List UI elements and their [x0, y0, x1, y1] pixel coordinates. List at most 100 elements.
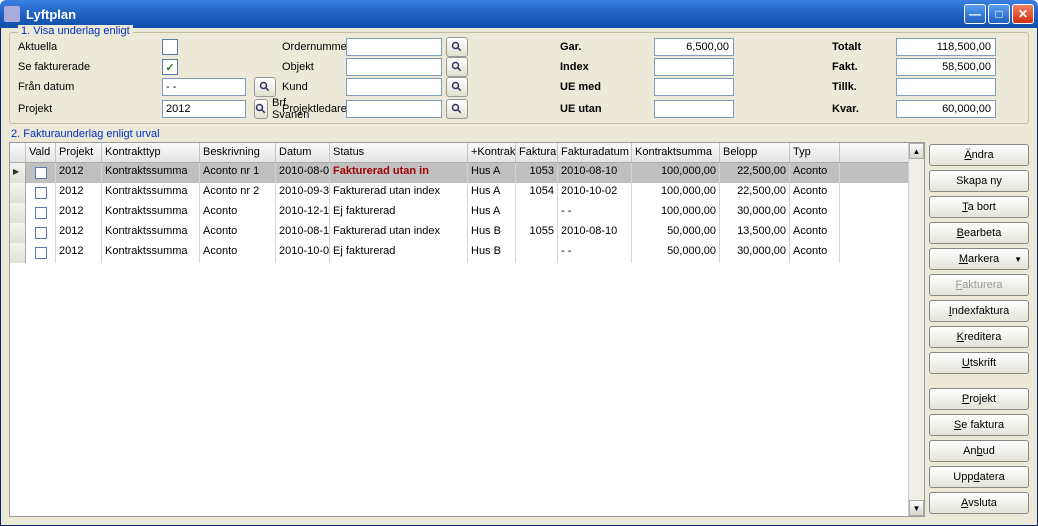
indexfaktura-button[interactable]: Indexfaktura — [929, 300, 1029, 322]
kontrak-cell: Hus B — [468, 223, 516, 243]
vald-cell[interactable] — [26, 163, 56, 183]
col-kontraktsumma[interactable]: Kontraktsumma — [632, 143, 720, 162]
col-status[interactable]: Status — [330, 143, 468, 162]
scroll-track[interactable] — [909, 159, 924, 500]
beskrivning-cell: Aconto — [200, 223, 276, 243]
window-title: Lyftplan — [26, 7, 964, 22]
col-faktura[interactable]: Faktura — [516, 143, 558, 162]
skapa-ny-button[interactable]: Skapa ny — [929, 170, 1029, 192]
beskrivning-cell: Aconto — [200, 243, 276, 263]
titlebar[interactable]: Lyftplan — □ ✕ — [0, 0, 1038, 28]
kreditera-button[interactable]: Kreditera — [929, 326, 1029, 348]
vald-cell[interactable] — [26, 223, 56, 243]
kontrak-cell: Hus A — [468, 183, 516, 203]
window: Lyftplan — □ ✕ 1. Visa underlag enligt A… — [0, 0, 1038, 526]
utskrift-button[interactable]: Utskrift — [929, 352, 1029, 374]
faktura-cell: 1054 — [516, 183, 558, 203]
table-row[interactable]: 2012KontraktssummaAconto2010-12-10Ej fak… — [10, 203, 908, 223]
kund-input[interactable] — [346, 78, 442, 96]
vald-cell[interactable] — [26, 183, 56, 203]
vertical-scrollbar[interactable]: ▲ ▼ — [908, 143, 924, 516]
col-datum[interactable]: Datum — [276, 143, 330, 162]
col-vald[interactable]: Vald — [26, 143, 56, 162]
belopp-cell: 30,000,00 — [720, 203, 790, 223]
table-row[interactable]: 2012KontraktssummaAconto nr 22010-09-30F… — [10, 183, 908, 203]
fakt-label: Fakt. — [832, 61, 892, 73]
table-row[interactable]: 2012KontraktssummaAconto nr 12010-08-01F… — [10, 163, 908, 183]
grid-group-title: 2. Fakturaunderlag enligt urval — [9, 128, 1029, 140]
projektledare-input[interactable] — [346, 100, 442, 118]
typ-cell: Aconto — [790, 163, 840, 183]
aktuella-checkbox[interactable] — [162, 39, 178, 55]
projektledare-search-button[interactable] — [446, 99, 468, 119]
faktura-cell: 1053 — [516, 163, 558, 183]
objekt-input[interactable] — [346, 58, 442, 76]
row-handle[interactable] — [10, 183, 26, 203]
andra-button[interactable]: Ändra — [929, 144, 1029, 166]
markera-button[interactable]: Markera▼ — [929, 248, 1029, 270]
ue-med-value — [654, 78, 734, 96]
kvar-value: 60,000,00 — [896, 100, 996, 118]
ta-bort-button[interactable]: Ta bort — [929, 196, 1029, 218]
totalt-label: Totalt — [832, 41, 892, 53]
action-button-column: Ändra Skapa ny Ta bort Bearbeta Markera▼… — [929, 144, 1029, 517]
index-value — [654, 58, 734, 76]
anbud-button[interactable]: Anbud — [929, 440, 1029, 462]
vald-cell[interactable] — [26, 243, 56, 263]
ordernummer-input[interactable] — [346, 38, 442, 56]
row-handle[interactable] — [10, 243, 26, 263]
uppdatera-button[interactable]: Uppdatera — [929, 466, 1029, 488]
beskrivning-cell: Aconto nr 1 — [200, 163, 276, 183]
datum-cell: 2010-08-01 — [276, 163, 330, 183]
col-beskrivning[interactable]: Beskrivning — [200, 143, 276, 162]
table-row[interactable]: 2012KontraktssummaAconto2010-10-06Ej fak… — [10, 243, 908, 263]
kund-search-button[interactable] — [446, 77, 468, 97]
scroll-down-button[interactable]: ▼ — [909, 500, 924, 516]
gar-value: 6,500,00 — [654, 38, 734, 56]
datum-cell: 2010-08-10 — [276, 223, 330, 243]
col-handle[interactable] — [10, 143, 26, 162]
col-fakturadatum[interactable]: Fakturadatum — [558, 143, 632, 162]
fran-datum-picker-button[interactable] — [254, 77, 276, 97]
col-belopp[interactable]: Belopp — [720, 143, 790, 162]
projekt-input[interactable]: 2012 — [162, 100, 246, 118]
tillk-label: Tillk. — [832, 81, 892, 93]
gar-label: Gar. — [560, 41, 650, 53]
kontraktsumma-cell: 100,000,00 — [632, 163, 720, 183]
bearbeta-button[interactable]: Bearbeta — [929, 222, 1029, 244]
fakturadatum-cell: 2010-08-10 — [558, 223, 632, 243]
col-kontrakttyp[interactable]: Kontrakttyp — [102, 143, 200, 162]
table-row[interactable]: 2012KontraktssummaAconto2010-08-10Faktur… — [10, 223, 908, 243]
objekt-search-button[interactable] — [446, 57, 468, 77]
avsluta-button[interactable]: Avsluta — [929, 492, 1029, 514]
row-handle[interactable] — [10, 223, 26, 243]
grid-header[interactable]: Vald Projekt Kontrakttyp Beskrivning Dat… — [10, 143, 908, 163]
se-fakturerade-checkbox[interactable] — [162, 59, 178, 75]
kontrakttyp-cell: Kontraktssumma — [102, 163, 200, 183]
col-typ[interactable]: Typ — [790, 143, 840, 162]
close-button[interactable]: ✕ — [1012, 4, 1034, 24]
fakturadatum-cell: 2010-10-02 — [558, 183, 632, 203]
col-kontrak[interactable]: +Kontrak — [468, 143, 516, 162]
ordernummer-search-button[interactable] — [446, 37, 468, 57]
projekt-button[interactable]: Projekt — [929, 388, 1029, 410]
scroll-up-button[interactable]: ▲ — [909, 143, 924, 159]
se-faktura-button[interactable]: Se faktura — [929, 414, 1029, 436]
projekt-label: Projekt — [18, 103, 158, 115]
row-handle[interactable] — [10, 163, 26, 183]
minimize-button[interactable]: — — [964, 4, 986, 24]
row-handle[interactable] — [10, 203, 26, 223]
fran-datum-input[interactable]: - - — [162, 78, 246, 96]
maximize-button[interactable]: □ — [988, 4, 1010, 24]
col-projekt[interactable]: Projekt — [56, 143, 102, 162]
chevron-down-icon: ▼ — [1014, 255, 1022, 264]
projekt-cell: 2012 — [56, 163, 102, 183]
fakturera-button[interactable]: Fakturera — [929, 274, 1029, 296]
vald-cell[interactable] — [26, 203, 56, 223]
objekt-label: Objekt — [282, 61, 342, 73]
kontraktsumma-cell: 100,000,00 — [632, 183, 720, 203]
belopp-cell: 22,500,00 — [720, 183, 790, 203]
projekt-search-button[interactable] — [254, 99, 268, 119]
fakturadatum-cell: - - — [558, 203, 632, 223]
projekt-cell: 2012 — [56, 223, 102, 243]
